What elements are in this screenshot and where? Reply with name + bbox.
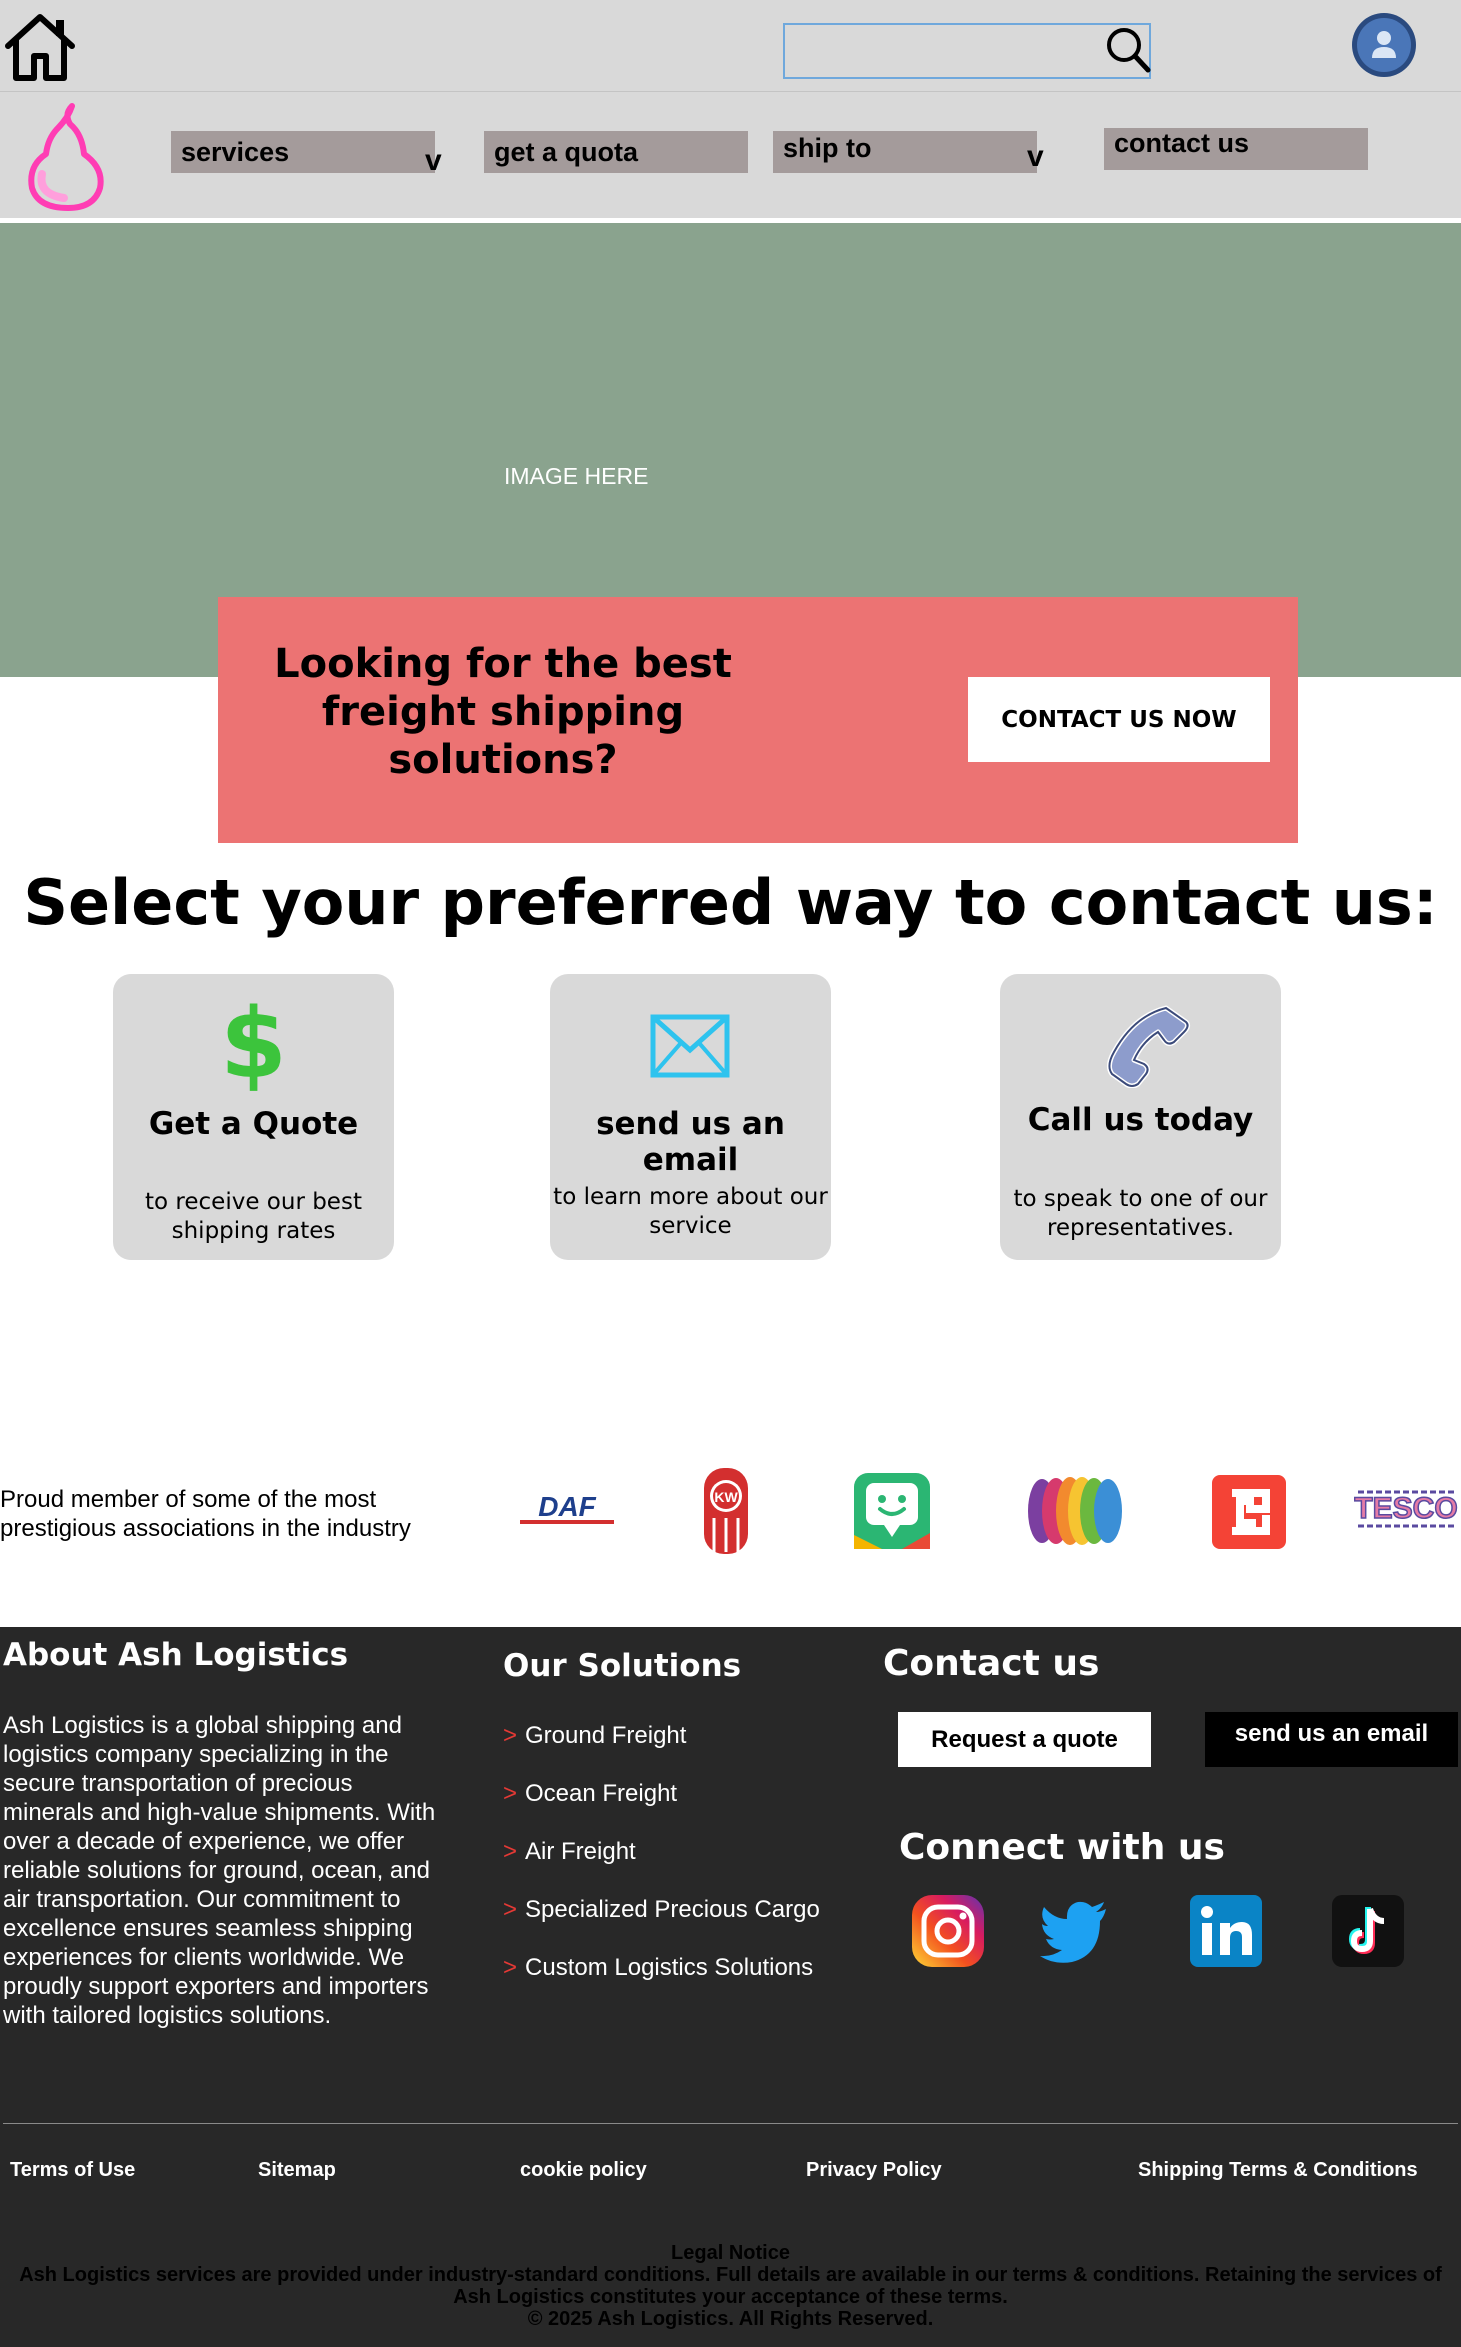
envelope-icon [650, 1014, 730, 1078]
chevron-right-icon: > [503, 1722, 518, 1749]
chevron-right-icon: > [503, 1896, 518, 1923]
search-icon[interactable] [1104, 25, 1152, 75]
nav-services[interactable]: services [171, 131, 435, 173]
contact-options-title: Select your preferred way to contact us: [23, 866, 1438, 939]
card-description: to learn more about our service [553, 1184, 828, 1239]
email-card[interactable]: send us an email to learn more about our… [550, 974, 831, 1260]
privacy-policy-link[interactable]: Privacy Policy [806, 2159, 942, 2182]
solution-label: Ocean Freight [525, 1780, 678, 1807]
contact-us-now-button[interactable]: CONTACT US NOW [968, 677, 1270, 762]
hero-placeholder-text: IMAGE HERE [504, 463, 649, 489]
solution-link[interactable]: > Air Freight [503, 1838, 636, 1866]
daf-logo-text: DAF [538, 1494, 596, 1522]
chevron-down-icon[interactable]: v [1027, 140, 1044, 174]
contact-heading: Contact us [883, 1643, 1100, 1684]
solution-label: Custom Logistics Solutions [525, 1954, 814, 1981]
legal-notice: Legal Notice Ash Logistics services are … [0, 2242, 1461, 2330]
solution-label: Specialized Precious Cargo [525, 1896, 820, 1923]
legal-body: Ash Logistics services are provided unde… [19, 2264, 1442, 2308]
sitemap-link[interactable]: Sitemap [258, 2159, 336, 2182]
nav-contact-us-label: contact us [1114, 128, 1250, 158]
tesco-logo-text: TESCO [1354, 1492, 1457, 1525]
solutions-heading: Our Solutions [503, 1648, 742, 1684]
members-text: Proud member of some of the most prestig… [0, 1486, 411, 1542]
solution-link[interactable]: > Ground Freight [503, 1722, 686, 1750]
footer-divider [3, 2123, 1458, 2124]
solution-link[interactable]: > Custom Logistics Solutions [503, 1954, 813, 1982]
colorful-petals-logo [1028, 1477, 1122, 1545]
chat-app-logo [854, 1473, 930, 1549]
shipping-terms-link[interactable]: Shipping Terms & Conditions [1138, 2159, 1418, 2182]
card-title: Get a Quote [148, 1106, 359, 1142]
home-icon[interactable] [4, 12, 76, 82]
search-input[interactable] [783, 23, 1151, 79]
nav-services-label: services [181, 137, 290, 167]
card-title: Call us today [1027, 1102, 1254, 1138]
terms-of-use-link[interactable]: Terms of Use [10, 2159, 135, 2182]
chevron-right-icon: > [503, 1954, 518, 1981]
dollar-icon: $ [220, 988, 287, 1100]
kenworth-logo: KW [704, 1468, 748, 1554]
card-description: to speak to one of our representatives. [1013, 1186, 1268, 1241]
nav-get-a-quota-label: get a quota [494, 137, 639, 167]
phone-icon [1106, 1005, 1191, 1088]
send-email-button[interactable]: send us an email [1205, 1712, 1458, 1767]
nav-contact-us[interactable]: contact us [1104, 128, 1368, 170]
chevron-down-icon[interactable]: v [425, 144, 442, 178]
square-s-logo [1212, 1475, 1286, 1549]
nav-get-a-quota[interactable]: get a quota [484, 131, 748, 173]
tesco-logo: TESCO [1354, 1490, 1458, 1528]
card-description: to receive our best shipping rates [145, 1189, 362, 1244]
top-bar [0, 0, 1461, 92]
call-card[interactable]: Call us today to speak to one of our rep… [1000, 974, 1281, 1260]
about-heading: About Ash Logistics [3, 1637, 349, 1673]
kenworth-logo-text: KW [714, 1489, 738, 1505]
legal-title: Legal Notice [671, 2242, 790, 2264]
chevron-right-icon: > [503, 1780, 518, 1807]
pear-logo[interactable] [24, 94, 108, 212]
main-nav: services v get a quota ship to v contact… [0, 92, 1461, 222]
nav-ship-to[interactable]: ship to [773, 131, 1037, 173]
promo-title: Looking for the best freight shipping so… [274, 641, 732, 783]
tiktok-icon[interactable] [1330, 1893, 1406, 1969]
cookie-policy-link[interactable]: cookie policy [520, 2159, 647, 2182]
request-quote-button[interactable]: Request a quote [898, 1712, 1151, 1767]
linkedin-icon[interactable] [1188, 1893, 1264, 1969]
daf-logo: DAF [520, 1494, 614, 1524]
solution-link[interactable]: > Ocean Freight [503, 1780, 677, 1808]
solution-link[interactable]: > Specialized Precious Cargo [503, 1896, 820, 1924]
connect-heading: Connect with us [899, 1827, 1225, 1868]
twitter-icon[interactable] [1036, 1893, 1112, 1969]
solution-label: Ground Freight [525, 1722, 687, 1749]
get-quote-card[interactable]: $ Get a Quote to receive our best shippi… [113, 974, 394, 1260]
chevron-right-icon: > [503, 1838, 518, 1865]
about-body: Ash Logistics is a global shipping and l… [3, 1712, 436, 2029]
user-avatar-icon[interactable] [1350, 11, 1418, 79]
solution-label: Air Freight [525, 1838, 636, 1865]
instagram-icon[interactable] [910, 1893, 986, 1969]
card-title: send us an email [596, 1106, 785, 1178]
copyright: © 2025 Ash Logistics. All Rights Reserve… [527, 2308, 934, 2330]
nav-ship-to-label: ship to [783, 133, 872, 163]
